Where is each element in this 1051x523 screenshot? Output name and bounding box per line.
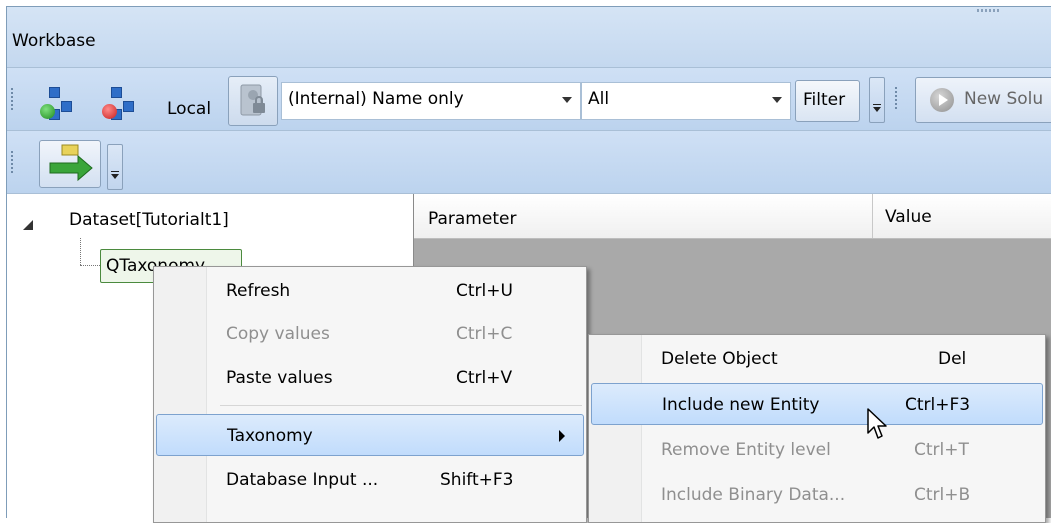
menu-item-shortcut: Ctrl+U [456, 281, 513, 301]
new-solution-button[interactable]: New Solu [915, 77, 1051, 123]
name-display-combo[interactable]: (Internal) Name only [281, 82, 581, 120]
database-disconnect-icon[interactable] [101, 87, 135, 121]
menu-item-shortcut: Ctrl+B [914, 485, 971, 505]
play-icon [930, 88, 954, 112]
title-bar: Workbase [7, 7, 1051, 68]
menu-item-label: Paste values [226, 368, 333, 388]
menu-item-shortcut: Del [938, 349, 967, 369]
user-lock-icon [240, 84, 265, 116]
menu-item-shortcut: Ctrl+F3 [905, 395, 971, 415]
menu-item-shortcut: Ctrl+T [914, 440, 969, 460]
menu-item-label: Copy values [226, 324, 330, 344]
menu-item-paste-values[interactable]: Paste values Ctrl+V [156, 357, 584, 399]
toolbar-grip[interactable] [895, 87, 897, 111]
secondary-toolbar [7, 131, 1051, 194]
menu-item-remove-entity-level[interactable]: Remove Entity level Ctrl+T [591, 429, 1043, 471]
resize-grip[interactable] [977, 9, 999, 12]
menu-item-label: Refresh [226, 281, 291, 301]
user-lock-button[interactable] [228, 76, 278, 126]
chevron-down-icon[interactable] [772, 97, 782, 103]
tree-root[interactable]: Dataset[Tutorialt1] [69, 210, 229, 230]
menu-item-taxonomy[interactable]: Taxonomy [156, 414, 584, 456]
menu-item-label: Include Binary Data... [661, 485, 846, 505]
menu-item-shortcut: Shift+F3 [440, 470, 514, 490]
column-divider[interactable] [872, 194, 873, 238]
column-header-value[interactable]: Value [885, 207, 932, 227]
filter-button-label: Filter [803, 90, 846, 110]
expand-arrow-icon[interactable] [23, 220, 33, 230]
chevron-down-icon[interactable] [562, 97, 572, 103]
grid-header: Parameter Value [414, 194, 1051, 239]
pointer-cursor-icon [867, 408, 887, 439]
menu-item-include-new-entity[interactable]: Include new Entity Ctrl+F3 [591, 383, 1043, 425]
menu-item-shortcut: Ctrl+C [456, 324, 513, 344]
menu-item-label: Include new Entity [662, 395, 820, 415]
menu-item-label: Database Input ... [226, 470, 379, 490]
filter-button[interactable]: Filter [795, 80, 860, 122]
toolbar-grip[interactable] [11, 88, 13, 112]
export-button[interactable] [39, 140, 101, 188]
menu-item-shortcut: Ctrl+V [456, 368, 513, 388]
local-label: Local [167, 99, 212, 119]
tree-connector [80, 238, 81, 265]
toolbar-overflow-button[interactable] [107, 144, 123, 190]
menu-item-include-binary-data[interactable]: Include Binary Data... Ctrl+B [591, 474, 1043, 516]
context-menu: Refresh Ctrl+U Copy values Ctrl+C Paste … [153, 266, 587, 523]
toolbar-overflow-button[interactable] [869, 77, 885, 123]
new-solution-label: New Solu [964, 89, 1044, 109]
taxonomy-submenu: Delete Object Del Include new Entity Ctr… [588, 334, 1046, 523]
toolbar-grip[interactable] [11, 151, 13, 175]
column-header-parameter[interactable]: Parameter [428, 209, 516, 229]
menu-item-refresh[interactable]: Refresh Ctrl+U [156, 270, 584, 312]
filter-scope-combo[interactable]: All [581, 82, 791, 120]
name-display-value: (Internal) Name only [288, 89, 464, 109]
menu-item-label: Delete Object [661, 349, 778, 369]
submenu-arrow-icon [559, 430, 565, 442]
window-title: Workbase [12, 31, 96, 51]
menu-item-label: Remove Entity level [661, 440, 831, 460]
menu-item-label: Taxonomy [227, 426, 313, 446]
filter-scope-value: All [588, 89, 610, 109]
menu-item-copy-values[interactable]: Copy values Ctrl+C [156, 313, 584, 355]
menu-separator [220, 405, 582, 406]
database-connect-icon[interactable] [39, 87, 73, 121]
menu-item-delete-object[interactable]: Delete Object Del [591, 338, 1043, 380]
tree-connector [80, 265, 100, 266]
export-arrow-icon [49, 144, 93, 182]
menu-item-database-input[interactable]: Database Input ... Shift+F3 [156, 459, 584, 501]
